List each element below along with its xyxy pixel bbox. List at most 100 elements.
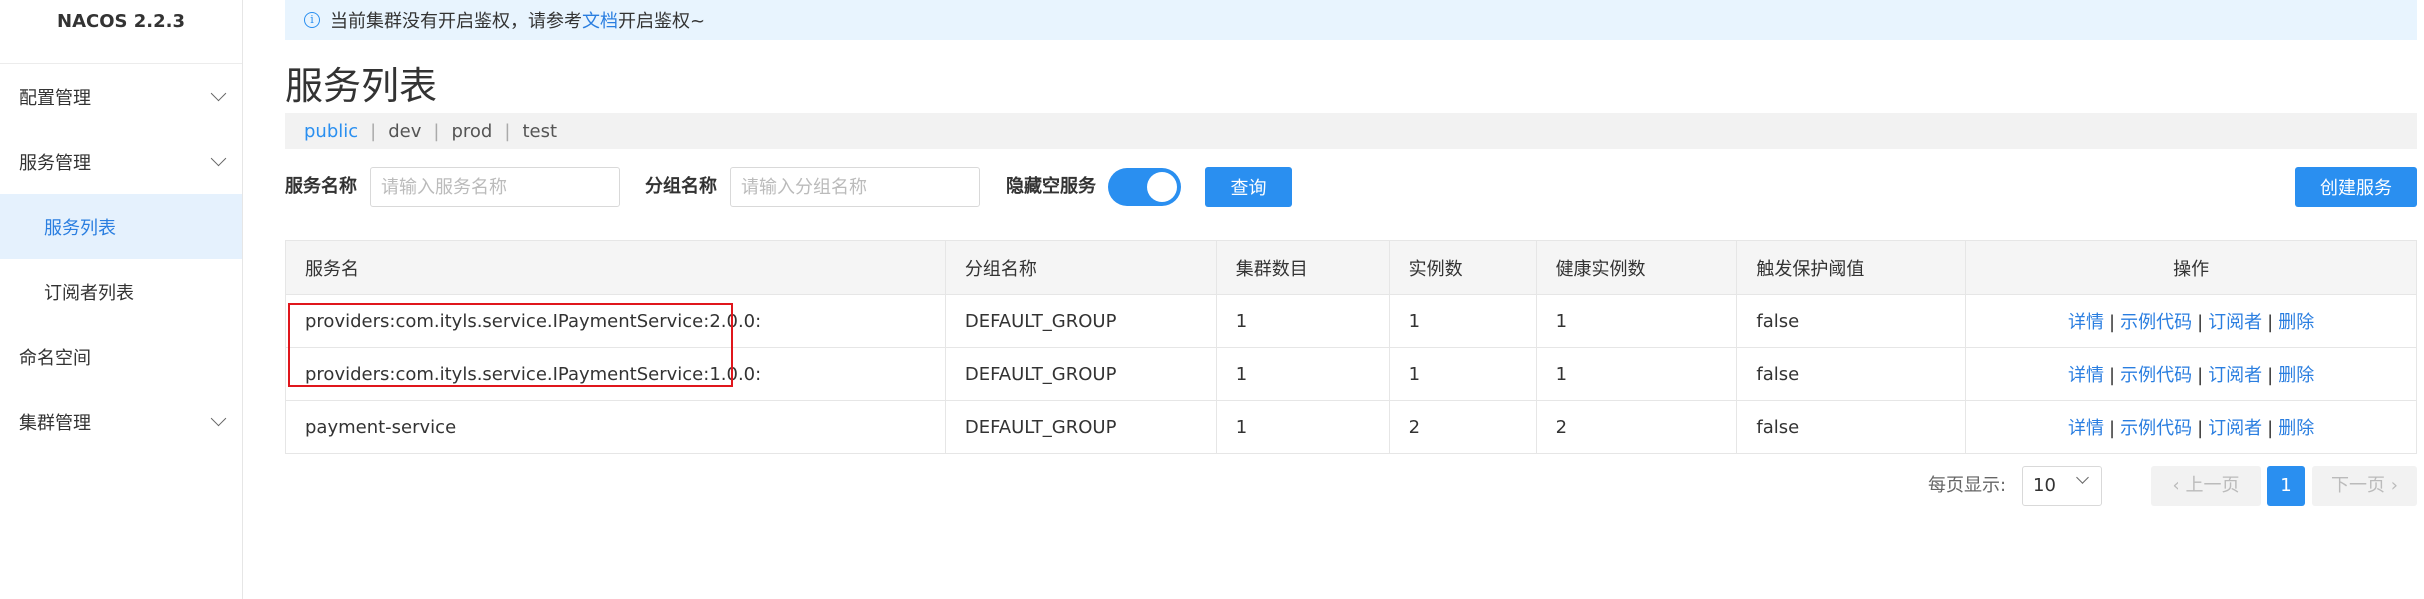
query-button[interactable]: 查询 [1205, 167, 1292, 207]
chevron-down-icon [210, 410, 227, 427]
cell-instances: 1 [1388, 347, 1537, 401]
next-page-label: 下一页 [2331, 475, 2386, 496]
sidebar-item-service-list[interactable]: 服务列表 [0, 194, 242, 259]
namespace-test[interactable]: test [522, 121, 557, 142]
namespace-dev[interactable]: dev [388, 121, 421, 142]
create-service-button[interactable]: 创建服务 [2295, 167, 2417, 207]
hide-empty-label: 隐藏空服务 [1006, 176, 1096, 197]
page-size-label: 每页显示: [1928, 475, 2007, 496]
filter-bar: 服务名称 分组名称 隐藏空服务 查询 创建服务 [285, 167, 2417, 207]
prev-page-label: 上一页 [2185, 475, 2240, 496]
hide-empty-toggle[interactable] [1108, 168, 1181, 206]
namespace-separator: | [370, 120, 377, 142]
sidebar-item-cluster[interactable]: 集群管理 [0, 389, 242, 454]
sidebar-item-service[interactable]: 服务管理 [0, 129, 242, 194]
cell-service-name: providers:com.ityls.service.IPaymentServ… [285, 347, 946, 401]
toggle-knob [1147, 172, 1177, 202]
chevron-left-icon: ‹ [2172, 475, 2186, 496]
op-separator: | [2197, 418, 2204, 439]
sidebar-item-label: 命名空间 [19, 347, 91, 369]
op-separator: | [2267, 365, 2274, 386]
sidebar-item-label: 配置管理 [19, 87, 91, 109]
auth-notice: i 当前集群没有开启鉴权，请参考 文档 开启鉴权~ [285, 0, 2417, 40]
notice-suffix: 开启鉴权~ [618, 11, 706, 32]
op-separator: | [2197, 365, 2204, 386]
op-separator: | [2109, 365, 2116, 386]
cell-clusters: 1 [1215, 347, 1390, 401]
cell-threshold: false [1736, 400, 1967, 454]
main-content: i 当前集群没有开启鉴权，请参考 文档 开启鉴权~ 服务列表 public | de… [285, 0, 2417, 599]
subscriber-link[interactable]: 订阅者 [2208, 418, 2262, 439]
cell-clusters: 1 [1215, 294, 1390, 348]
cell-operations: 详情 | 示例代码 | 订阅者 | 删除 [1965, 347, 2417, 401]
cell-service-name: payment-service [285, 400, 946, 454]
chevron-down-icon [2076, 471, 2089, 484]
cell-threshold: false [1736, 294, 1967, 348]
detail-link[interactable]: 详情 [2068, 365, 2104, 386]
docs-link[interactable]: 文档 [582, 7, 618, 33]
service-name-input[interactable] [370, 167, 620, 207]
delete-link[interactable]: 删除 [2278, 418, 2314, 439]
sample-code-link[interactable]: 示例代码 [2120, 312, 2192, 333]
subscriber-link[interactable]: 订阅者 [2208, 365, 2262, 386]
header-operations: 操作 [1965, 240, 2417, 295]
sidebar: NACOS 2.2.3 配置管理 服务管理 服务列表 订阅者列表 命名空间 集群… [0, 0, 243, 599]
page-number-current[interactable]: 1 [2267, 466, 2305, 506]
cell-healthy: 2 [1535, 400, 1738, 454]
sidebar-item-namespace[interactable]: 命名空间 [0, 324, 242, 389]
namespace-prod[interactable]: prod [451, 121, 492, 142]
info-icon: i [304, 12, 320, 28]
chevron-down-icon [210, 150, 227, 167]
sidebar-item-config[interactable]: 配置管理 [0, 64, 242, 129]
detail-link[interactable]: 详情 [2068, 312, 2104, 333]
cell-group: DEFAULT_GROUP [944, 294, 1217, 348]
chevron-down-icon [210, 85, 227, 102]
namespace-public[interactable]: public [304, 121, 358, 142]
next-page-button[interactable]: 下一页 › [2312, 466, 2417, 506]
cell-group: DEFAULT_GROUP [944, 347, 1217, 401]
page-size-select[interactable]: 10 [2022, 466, 2102, 506]
op-separator: | [2267, 312, 2274, 333]
group-name-label: 分组名称 [645, 176, 717, 197]
header-healthy-count: 健康实例数 [1535, 240, 1738, 295]
page-title: 服务列表 [285, 64, 438, 108]
service-table: 服务名 分组名称 集群数目 实例数 健康实例数 触发保护阈值 操作 provid… [285, 240, 2417, 454]
table-row: providers:com.ityls.service.IPaymentServ… [285, 294, 2417, 348]
op-separator: | [2197, 312, 2204, 333]
cell-healthy: 1 [1535, 294, 1738, 348]
app-logo: NACOS 2.2.3 [0, 0, 242, 64]
delete-link[interactable]: 删除 [2278, 312, 2314, 333]
sidebar-item-label: 服务列表 [44, 217, 116, 239]
delete-link[interactable]: 删除 [2278, 365, 2314, 386]
header-cluster-count: 集群数目 [1215, 240, 1390, 295]
cell-threshold: false [1736, 347, 1967, 401]
header-instance-count: 实例数 [1388, 240, 1537, 295]
cell-instances: 2 [1388, 400, 1537, 454]
cell-instances: 1 [1388, 294, 1537, 348]
header-service-name: 服务名 [285, 240, 946, 295]
service-name-label: 服务名称 [285, 176, 357, 197]
sample-code-link[interactable]: 示例代码 [2120, 418, 2192, 439]
namespace-separator: | [504, 120, 511, 142]
table-row: providers:com.ityls.service.IPaymentServ… [285, 347, 2417, 401]
namespace-separator: | [433, 120, 440, 142]
group-name-input[interactable] [730, 167, 980, 207]
prev-page-button[interactable]: ‹ 上一页 [2151, 466, 2261, 506]
table-header-row: 服务名 分组名称 集群数目 实例数 健康实例数 触发保护阈值 操作 [285, 240, 2417, 295]
op-separator: | [2109, 418, 2116, 439]
sidebar-item-label: 服务管理 [19, 152, 91, 174]
sample-code-link[interactable]: 示例代码 [2120, 365, 2192, 386]
cell-group: DEFAULT_GROUP [944, 400, 1217, 454]
subscriber-link[interactable]: 订阅者 [2208, 312, 2262, 333]
chevron-right-icon: › [2385, 475, 2398, 496]
header-group-name: 分组名称 [944, 240, 1217, 295]
cell-clusters: 1 [1215, 400, 1390, 454]
pagination: 每页显示: 10 ‹ 上一页 1 下一页 › [285, 466, 2417, 506]
sidebar-item-subscribers[interactable]: 订阅者列表 [0, 259, 242, 324]
header-protect-threshold: 触发保护阈值 [1736, 240, 1967, 295]
cell-operations: 详情 | 示例代码 | 订阅者 | 删除 [1965, 400, 2417, 454]
sidebar-item-label: 集群管理 [19, 412, 91, 434]
sidebar-item-label: 订阅者列表 [44, 282, 134, 304]
detail-link[interactable]: 详情 [2068, 418, 2104, 439]
namespace-bar: public | dev | prod | test [285, 113, 2417, 149]
